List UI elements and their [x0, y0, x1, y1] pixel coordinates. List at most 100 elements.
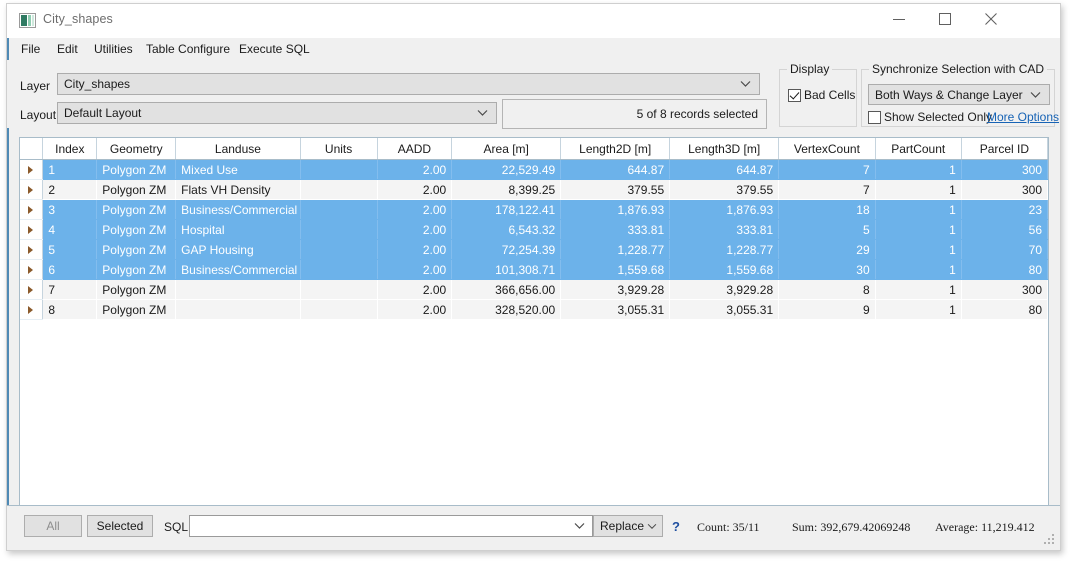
cell-area[interactable]: 178,122.41	[451, 199, 562, 220]
cell-aadd[interactable]: 2.00	[377, 259, 453, 280]
cell-vertexcount[interactable]: 7	[778, 159, 876, 180]
cell-length3d[interactable]: 333.81	[669, 219, 780, 240]
cell-length2d[interactable]: 1,228.77	[560, 239, 671, 260]
table-row[interactable]: 2 Polygon ZM Flats VH Density 2.00 8,399.25 3…	[20, 179, 1048, 200]
cell-index[interactable]: 6	[42, 259, 98, 280]
minimize-button[interactable]	[876, 4, 922, 34]
column-header-length2d[interactable]: Length2D [m]	[560, 138, 671, 160]
table-row[interactable]: 8 Polygon ZM 2.00 328,520.00 3,055.31 3,055.3…	[20, 299, 1048, 320]
cell-geometry[interactable]: Polygon ZM	[96, 299, 177, 320]
menu-item-utilities[interactable]: Utilities	[90, 41, 137, 57]
more-options-link[interactable]: More Options	[987, 110, 1059, 124]
menu-item-table-configure[interactable]: Table Configure	[142, 41, 234, 57]
cell-parcelid[interactable]: 23	[961, 199, 1048, 220]
cell-length3d[interactable]: 1,876.93	[669, 199, 780, 220]
cell-area[interactable]: 366,656.00	[451, 279, 562, 300]
column-header-index[interactable]: Index	[42, 138, 98, 160]
cell-parcelid[interactable]: 300	[961, 179, 1048, 200]
cell-vertexcount[interactable]: 7	[778, 179, 876, 200]
cell-area[interactable]: 328,520.00	[451, 299, 562, 320]
cell-length3d[interactable]: 3,929.28	[669, 279, 780, 300]
cell-length2d[interactable]: 3,055.31	[560, 299, 671, 320]
cell-vertexcount[interactable]: 9	[778, 299, 876, 320]
cell-partcount[interactable]: 1	[875, 259, 962, 280]
cell-length3d[interactable]: 379.55	[669, 179, 780, 200]
maximize-button[interactable]	[922, 4, 968, 34]
cell-aadd[interactable]: 2.00	[377, 159, 453, 180]
cell-area[interactable]: 101,308.71	[451, 259, 562, 280]
cell-length3d[interactable]: 1,228.77	[669, 239, 780, 260]
cell-partcount[interactable]: 1	[875, 199, 962, 220]
cell-index[interactable]: 3	[42, 199, 98, 220]
table-row[interactable]: 3 Polygon ZM Business/Commercial 2.00 178,12…	[20, 199, 1048, 220]
column-header-landuse[interactable]: Landuse	[175, 138, 301, 160]
cell-geometry[interactable]: Polygon ZM	[96, 259, 177, 280]
table-row[interactable]: 7 Polygon ZM 2.00 366,656.00 3,929.28 3,929.2…	[20, 279, 1048, 300]
cell-units[interactable]	[300, 259, 378, 280]
cell-aadd[interactable]: 2.00	[377, 239, 453, 260]
cell-length3d[interactable]: 3,055.31	[669, 299, 780, 320]
cell-units[interactable]	[300, 179, 378, 200]
table-row[interactable]: 1 Polygon ZM Mixed Use 2.00 22,529.49 644.87 6…	[20, 159, 1048, 180]
table-row[interactable]: 5 Polygon ZM GAP Housing 2.00 72,254.39 1,228…	[20, 239, 1048, 260]
cell-geometry[interactable]: Polygon ZM	[96, 199, 177, 220]
cell-length2d[interactable]: 1,876.93	[560, 199, 671, 220]
cell-aadd[interactable]: 2.00	[377, 279, 453, 300]
column-header-vertexcount[interactable]: VertexCount	[778, 138, 876, 160]
menu-item-file[interactable]: File	[17, 41, 44, 57]
cell-units[interactable]	[300, 159, 378, 180]
cell-landuse[interactable]	[175, 279, 301, 300]
cell-partcount[interactable]: 1	[875, 279, 962, 300]
cell-landuse[interactable]: GAP Housing	[175, 239, 301, 260]
cell-length3d[interactable]: 644.87	[669, 159, 780, 180]
cell-parcelid[interactable]: 300	[961, 279, 1048, 300]
cell-index[interactable]: 2	[42, 179, 98, 200]
cell-area[interactable]: 8,399.25	[451, 179, 562, 200]
cell-geometry[interactable]: Polygon ZM	[96, 239, 177, 260]
cell-geometry[interactable]: Polygon ZM	[96, 279, 177, 300]
row-header-selector[interactable]	[20, 219, 44, 240]
menu-item-execute-sql[interactable]: Execute SQL	[235, 41, 314, 57]
cell-vertexcount[interactable]: 18	[778, 199, 876, 220]
table-row[interactable]: 4 Polygon ZM Hospital 2.00 6,543.32 333.81 333…	[20, 219, 1048, 240]
replace-mode-combo[interactable]: Replace	[593, 515, 663, 537]
column-header-parcelid[interactable]: Parcel ID	[961, 138, 1048, 160]
cell-length2d[interactable]: 1,559.68	[560, 259, 671, 280]
cell-area[interactable]: 22,529.49	[451, 159, 562, 180]
cell-length2d[interactable]: 379.55	[560, 179, 671, 200]
cell-geometry[interactable]: Polygon ZM	[96, 159, 177, 180]
cell-vertexcount[interactable]: 5	[778, 219, 876, 240]
cell-landuse[interactable]	[175, 299, 301, 320]
cell-aadd[interactable]: 2.00	[377, 299, 453, 320]
cell-vertexcount[interactable]: 29	[778, 239, 876, 260]
column-header-partcount[interactable]: PartCount	[875, 138, 962, 160]
cell-landuse[interactable]: Hospital	[175, 219, 301, 240]
cell-parcelid[interactable]: 56	[961, 219, 1048, 240]
cell-vertexcount[interactable]: 30	[778, 259, 876, 280]
row-header-selector[interactable]	[20, 159, 44, 180]
cell-index[interactable]: 1	[42, 159, 98, 180]
cell-partcount[interactable]: 1	[875, 159, 962, 180]
row-header-selector[interactable]	[20, 179, 44, 200]
cell-partcount[interactable]: 1	[875, 179, 962, 200]
cell-length2d[interactable]: 3,929.28	[560, 279, 671, 300]
cell-units[interactable]	[300, 219, 378, 240]
row-header-selector[interactable]	[20, 239, 44, 260]
row-header-selector[interactable]	[20, 299, 44, 320]
cell-index[interactable]: 5	[42, 239, 98, 260]
table-row[interactable]: 6 Polygon ZM Business/Commercial 2.00 101,30…	[20, 259, 1048, 280]
cell-partcount[interactable]: 1	[875, 299, 962, 320]
cell-parcelid[interactable]: 80	[961, 299, 1048, 320]
column-header-units[interactable]: Units	[300, 138, 378, 160]
cell-units[interactable]	[300, 199, 378, 220]
cell-length2d[interactable]: 333.81	[560, 219, 671, 240]
column-header-length3d[interactable]: Length3D [m]	[669, 138, 780, 160]
cell-length2d[interactable]: 644.87	[560, 159, 671, 180]
chevron-down-icon[interactable]	[574, 519, 585, 533]
sync-mode-combo[interactable]: Both Ways & Change Layer	[868, 84, 1050, 105]
cell-index[interactable]: 7	[42, 279, 98, 300]
sql-input[interactable]	[189, 515, 593, 537]
column-header-aadd[interactable]: AADD	[377, 138, 453, 160]
cell-partcount[interactable]: 1	[875, 239, 962, 260]
cell-vertexcount[interactable]: 8	[778, 279, 876, 300]
